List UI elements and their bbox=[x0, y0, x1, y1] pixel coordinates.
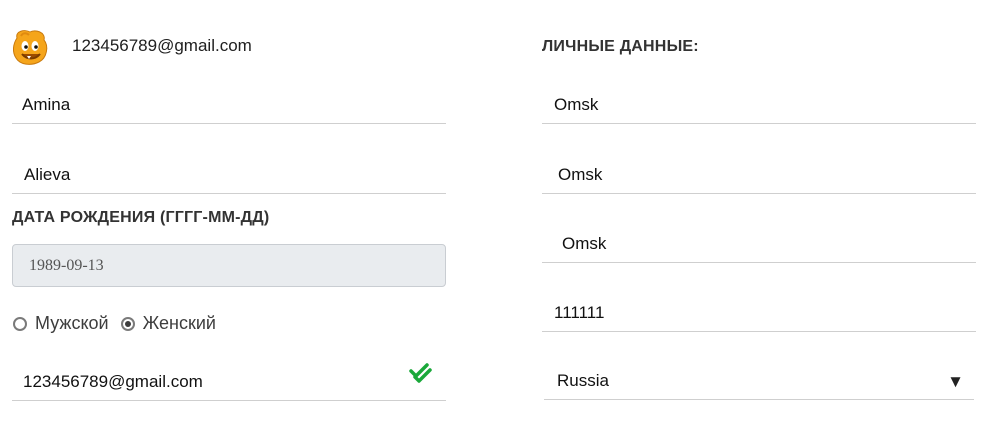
last-name-field[interactable]: Alieva bbox=[12, 156, 446, 194]
triangle-down-icon[interactable]: ▼ bbox=[947, 372, 964, 392]
gender-female-radio[interactable] bbox=[120, 316, 135, 331]
country-select[interactable]: Russia bbox=[544, 362, 974, 400]
postal-code-field[interactable]: 111111 bbox=[542, 294, 976, 332]
city-value-3: Omsk bbox=[562, 233, 607, 253]
country-value: Russia bbox=[557, 370, 609, 390]
email-field[interactable]: 123456789@gmail.com bbox=[12, 363, 446, 401]
birthdate-field[interactable]: 1989-09-13 bbox=[12, 244, 446, 287]
city-value-1: Omsk bbox=[554, 94, 599, 114]
gender-male-radio[interactable] bbox=[13, 316, 27, 331]
birthdate-value: 1989-09-13 bbox=[29, 256, 104, 274]
gender-male-label: Мужской bbox=[35, 313, 109, 333]
city-field-3[interactable]: Omsk bbox=[542, 225, 976, 263]
account-email: 123456789@gmail.com bbox=[72, 36, 252, 55]
email-value: 123456789@gmail.com bbox=[23, 371, 203, 391]
postal-code-value: 111111 bbox=[554, 302, 605, 322]
city-field-1[interactable]: Omsk bbox=[542, 86, 976, 124]
gender-female-label: Женский bbox=[142, 313, 216, 333]
avatar bbox=[11, 28, 49, 66]
cartoon-face-icon bbox=[13, 30, 48, 65]
birthdate-heading: ДАТА РОЖДЕНИЯ (ГГГГ-ММ-ДД) bbox=[12, 209, 270, 226]
first-name-field[interactable]: Amina bbox=[12, 86, 446, 124]
first-name-value: Amina bbox=[22, 94, 71, 114]
city-value-2: Omsk bbox=[558, 164, 603, 184]
last-name-value: Alieva bbox=[24, 164, 71, 184]
double-check-icon bbox=[409, 362, 433, 384]
city-field-2[interactable]: Omsk bbox=[542, 156, 976, 194]
personal-data-heading: ЛИЧНЫЕ ДАННЫЕ: bbox=[542, 38, 699, 55]
gender-radio-group: Мужской Женский bbox=[13, 313, 228, 334]
